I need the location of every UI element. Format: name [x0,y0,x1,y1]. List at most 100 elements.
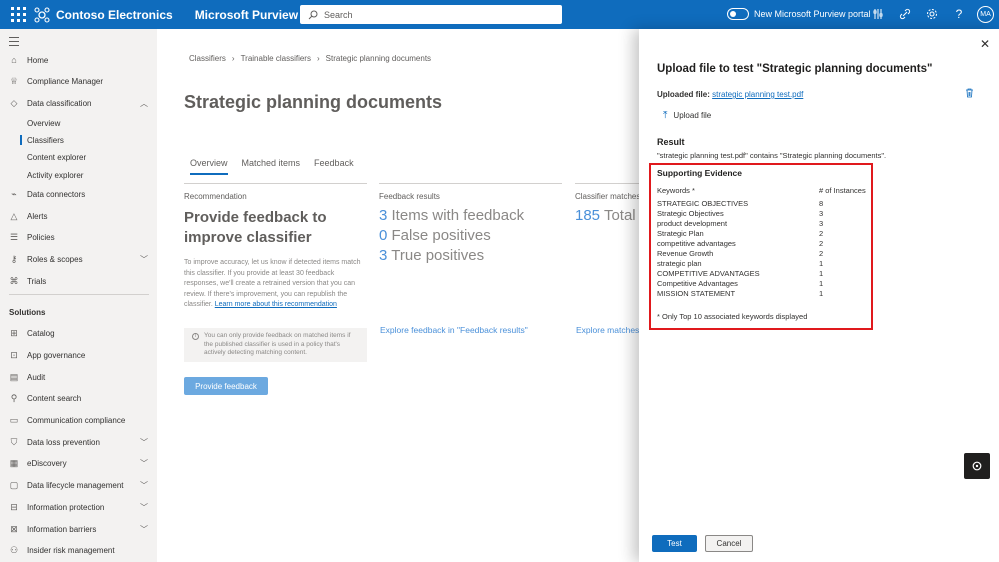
upload-arrow-icon: ⤒ [663,110,668,121]
nav-item-information-protection[interactable]: ⊟ Information protection ﹀ [0,498,157,516]
tab-feedback[interactable]: Feedback [314,158,354,175]
search-icon: ⚲ [10,392,18,403]
recommendation-card: Recommendation Provide feedback to impro… [184,183,367,311]
settings-sliders-icon[interactable] [870,6,886,22]
trash-icon[interactable] [965,88,974,101]
alert-icon: △ [10,210,18,221]
nav-item-ediscovery[interactable]: ▦ eDiscovery ﹀ [0,454,157,472]
nav-item-alerts[interactable]: △ Alerts [0,207,157,225]
evidence-row: COMPETITIVE ADVANTAGES 1 [657,269,824,278]
nav-item-information-barriers[interactable]: ⊠ Information barriers ﹀ [0,520,157,538]
supporting-evidence-title: Supporting Evidence [657,168,743,178]
nav-item-activity-explorer[interactable]: Activity explorer [0,166,157,184]
chevron-down-icon: ﹀ [140,458,148,468]
evidence-row: STRATEGIC OBJECTIVES 8 [657,199,824,208]
home-icon: ⌂ [11,55,17,65]
tab-matched-items[interactable]: Matched items [242,158,301,175]
test-button[interactable]: Test [652,535,697,552]
evidence-row: strategic plan 1 [657,259,824,268]
app-icon: ⊡ [10,349,18,360]
new-portal-toggle[interactable]: New Microsoft Purview portal [727,8,871,20]
evidence-footnote: * Only Top 10 associated keywords displa… [657,312,808,321]
toggle-switch[interactable] [727,8,749,20]
nav-item-app-governance[interactable]: ⊡ App governance [0,346,157,364]
product-name[interactable]: Microsoft Purview [195,8,298,22]
lifecycle-icon: ▢ [9,479,19,490]
uploaded-file-label: Uploaded file: [657,90,710,99]
active-indicator [20,135,22,145]
card-divider [575,183,639,184]
solutions-heading: Solutions [9,308,46,317]
org-brand: Contoso Electronics [32,5,173,25]
tab-overview[interactable]: Overview [190,158,228,175]
chevron-up-icon: ︿ [140,98,148,108]
person-icon: ⚇ [9,544,19,555]
card-divider [379,183,562,184]
nav-item-data-lifecycle-management[interactable]: ▢ Data lifecycle management ﹀ [0,476,157,494]
cancel-button[interactable]: Cancel [705,535,753,552]
info-message: i You can only provide feedback on match… [184,328,367,362]
nav-item-communication-compliance[interactable]: ▭ Communication compliance [0,411,157,429]
help-icon[interactable]: ? [951,6,967,22]
chevron-down-icon: ﹀ [140,502,148,512]
classifier-matches-heading: Classifier matches [575,192,639,201]
breadcrumb: Classifiers › Trainable classifiers › St… [189,54,431,63]
audit-icon: ▤ [9,371,19,382]
search-box[interactable]: Search [300,5,562,24]
result-heading: Result [657,137,685,147]
evidence-row: competitive advantages 2 [657,239,824,248]
trophy-icon: ♕ [9,75,19,86]
nav-item-roles-scopes[interactable]: ⚷ Roles & scopes ﹀ [0,250,157,268]
breadcrumb-separator-icon: › [316,54,320,63]
close-icon[interactable]: ✕ [980,37,990,51]
chevron-down-icon: ﹀ [140,480,148,490]
avatar[interactable]: MA [977,6,994,23]
nav-item-data-classification[interactable]: ◇ Data classification ︿ [0,94,157,112]
plug-icon: ⌁ [11,188,17,199]
nav-item-audit[interactable]: ▤ Audit [0,368,157,386]
hamburger-icon[interactable] [9,37,19,49]
result-text: "strategic planning test.pdf" contains "… [657,151,887,160]
barrier-icon: ⊠ [10,523,18,534]
nav-item-home[interactable]: ⌂ Home [0,51,157,69]
nav-item-classifiers[interactable]: Classifiers [0,131,157,149]
nav-item-content-search[interactable]: ⚲ Content search [0,389,157,407]
breadcrumb-trainable-classifiers[interactable]: Trainable classifiers [241,54,311,63]
nav-item-content-explorer[interactable]: Content explorer [0,148,157,166]
nav-item-overview[interactable]: Overview [0,114,157,132]
page-title: Strategic planning documents [184,92,443,112]
card-divider [184,183,367,184]
nav-item-compliance-manager[interactable]: ♕ Compliance Manager [0,72,157,90]
explore-feedback-link[interactable]: Explore feedback in "Feedback results" [380,325,528,335]
discovery-icon: ▦ [9,457,19,468]
grid-icon: ⊞ [10,327,18,338]
keywords-column-header: Keywords * [657,186,695,195]
policy-icon: ☰ [9,231,19,242]
upload-test-panel: ✕ Upload file to test "Strategic plannin… [639,29,999,562]
nav-item-data-connectors[interactable]: ⌁ Data connectors [0,185,157,203]
breadcrumb-classifiers[interactable]: Classifiers [189,54,226,63]
evidence-row: product development 3 [657,219,824,228]
key-icon: ⚷ [10,253,18,264]
help-chat-icon[interactable] [964,453,990,479]
nav-item-trials[interactable]: ⌘ Trials [0,272,157,290]
feedback-results-card: Feedback results 3 Items with feedback 0… [379,183,562,266]
uploaded-file-line: Uploaded file: strategic planning test.p… [657,90,803,99]
nav-item-policies[interactable]: ☰ Policies [0,228,157,246]
evidence-row: MISSION STATEMENT 1 [657,289,824,298]
shield-icon: ⛉ [10,436,18,447]
nav-item-catalog[interactable]: ⊞ Catalog [0,324,157,342]
uploaded-file-link[interactable]: strategic planning test.pdf [712,90,803,99]
upload-file-button[interactable]: ⤒ Upload file [663,110,711,121]
search-input[interactable]: Search [324,10,353,20]
provide-feedback-button[interactable]: Provide feedback [184,377,268,395]
learn-more-link[interactable]: Learn more about this recommendation [215,301,337,308]
share-icon[interactable] [897,6,913,22]
nav-item-insider-risk-management[interactable]: ⚇ Insider risk management [0,541,157,559]
app-launcher-icon[interactable] [8,5,28,25]
tag-icon: ◇ [10,97,18,108]
gear-icon[interactable] [924,6,940,22]
recommendation-heading: Recommendation [184,192,247,201]
nav-item-data-loss-prevention[interactable]: ⛉ Data loss prevention ﹀ [0,433,157,451]
explore-matches-link[interactable]: Explore matches [576,325,639,335]
